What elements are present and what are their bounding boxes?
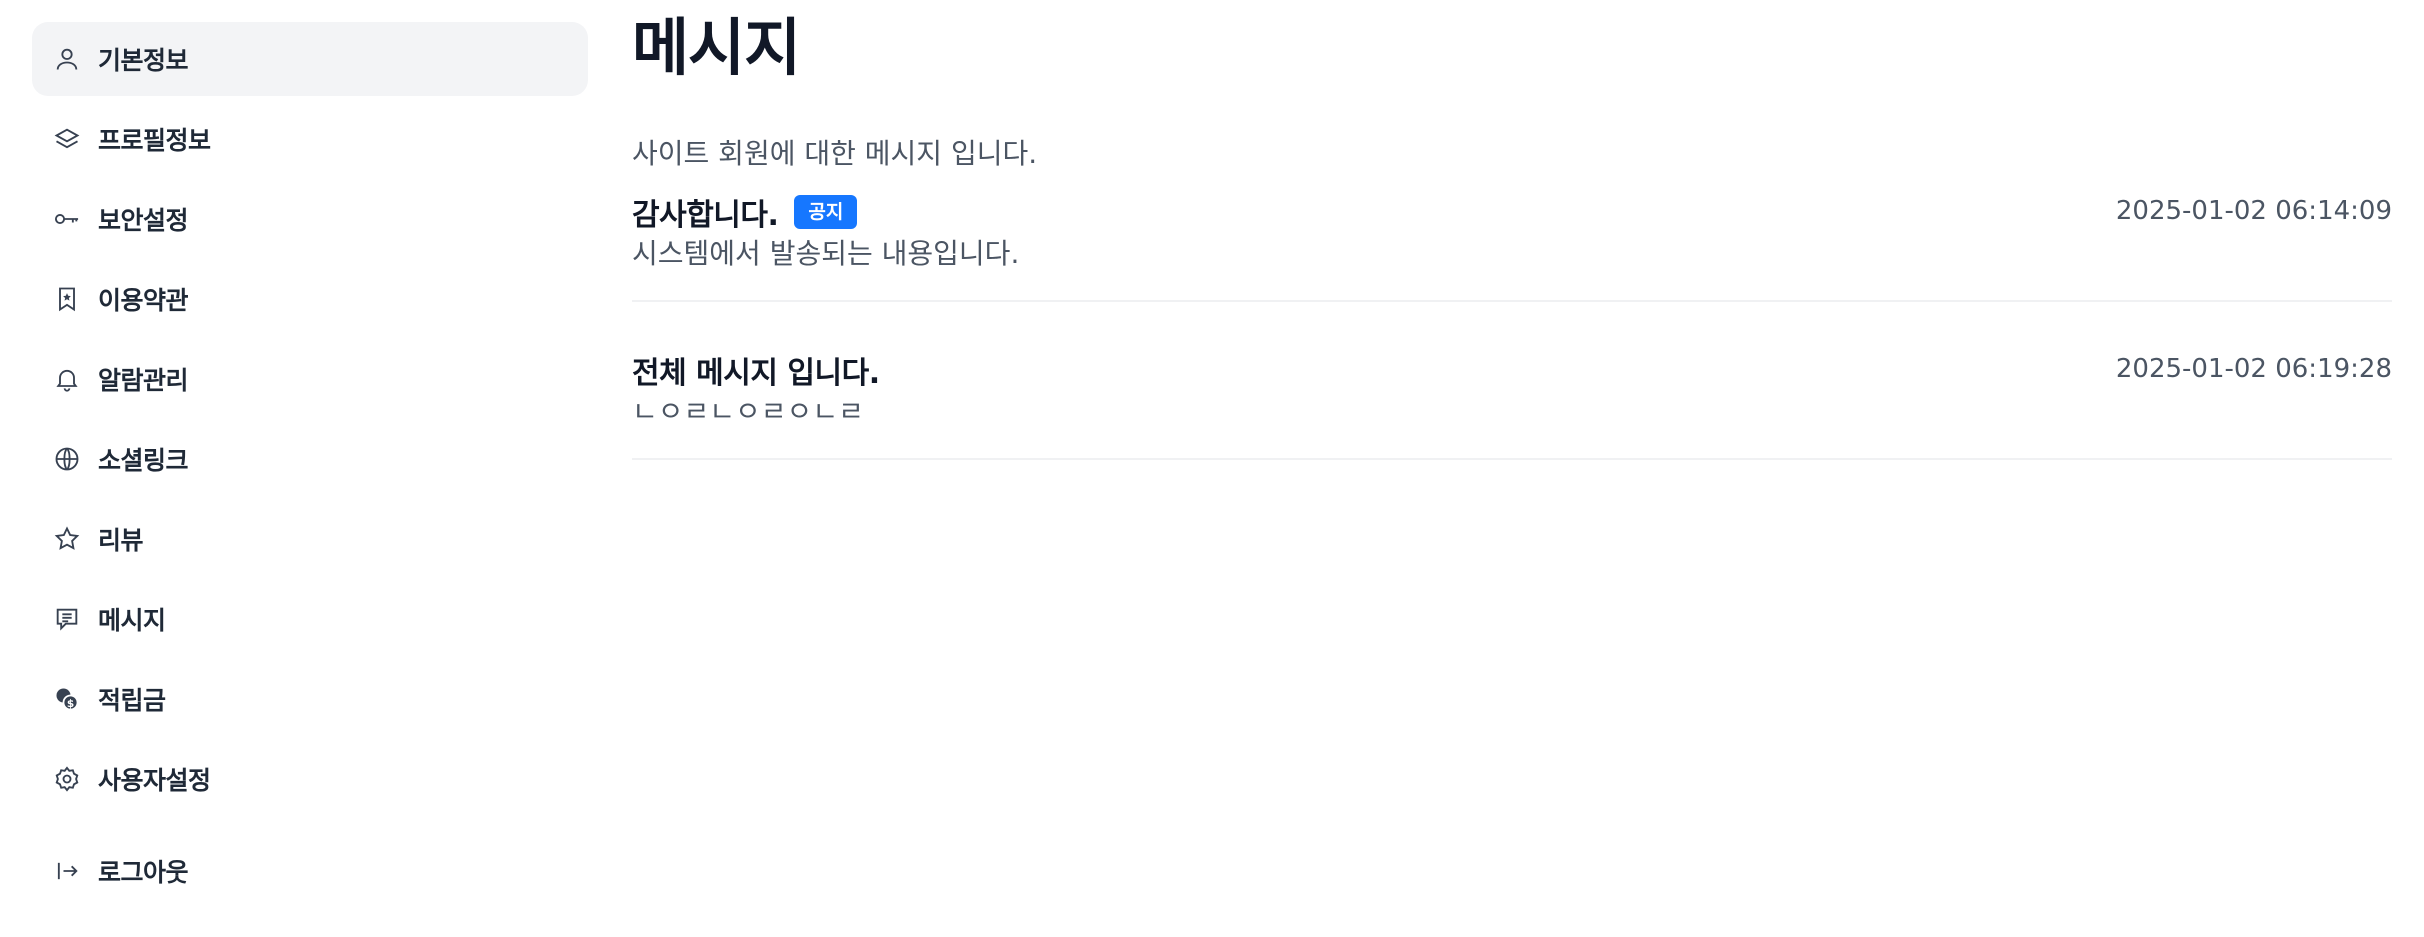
sidebar-item-label: 적립금 bbox=[98, 686, 166, 715]
sidebar-item-basic-info[interactable]: 기본정보 bbox=[32, 22, 588, 96]
message-icon bbox=[52, 604, 82, 634]
message-title: 감사합니다. bbox=[632, 198, 779, 233]
sidebar-item-label: 보안설정 bbox=[98, 206, 189, 235]
notice-badge: 공지 bbox=[794, 195, 858, 229]
message-date: 2025-01-02 06:19:28 bbox=[2115, 354, 2392, 384]
star-icon bbox=[52, 524, 82, 554]
svg-text:$: $ bbox=[67, 698, 74, 710]
page-description: 사이트 회원에 대한 메시지 입니다. bbox=[632, 137, 1038, 170]
sidebar: 기본정보 프로필정보 보안설정 이용약관 알람관리 소셜링크 리뷰 메시지 $ … bbox=[32, 22, 588, 914]
layers-icon bbox=[52, 124, 82, 154]
message-date: 2025-01-02 06:14:09 bbox=[2115, 196, 2392, 226]
sidebar-item-label: 사용자설정 bbox=[98, 766, 211, 795]
sidebar-item-message[interactable]: 메시지 bbox=[32, 582, 588, 656]
sidebar-item-label: 메시지 bbox=[98, 606, 166, 635]
message-body: 시스템에서 발송되는 내용입니다. bbox=[632, 237, 1020, 270]
key-icon bbox=[52, 204, 82, 234]
sidebar-item-profile[interactable]: 프로필정보 bbox=[32, 102, 588, 176]
sidebar-item-label: 소셜링크 bbox=[98, 446, 189, 475]
globe-icon bbox=[52, 444, 82, 474]
user-icon bbox=[52, 44, 82, 74]
main-content: 메시지 사이트 회원에 대한 메시지 입니다. 감사합니다. 공지 2025-0… bbox=[632, 0, 2392, 460]
message-title: 전체 메시지 입니다. bbox=[632, 356, 880, 391]
logout-icon bbox=[52, 856, 82, 886]
coins-icon: $ bbox=[52, 684, 82, 714]
bell-icon bbox=[52, 364, 82, 394]
message-body: ㄴㅇㄹㄴㅇㄹㅇㄴㄹ bbox=[632, 395, 864, 428]
page-title: 메시지 bbox=[632, 11, 801, 84]
sidebar-item-social[interactable]: 소셜링크 bbox=[32, 422, 588, 496]
sidebar-item-alarm[interactable]: 알람관리 bbox=[32, 342, 588, 416]
sidebar-item-label: 기본정보 bbox=[98, 46, 189, 75]
logout-button[interactable]: 로그아웃 bbox=[32, 834, 588, 908]
sidebar-item-label: 이용약관 bbox=[98, 286, 189, 315]
sidebar-item-security[interactable]: 보안설정 bbox=[32, 182, 588, 256]
sidebar-item-label: 리뷰 bbox=[98, 526, 144, 555]
sidebar-item-points[interactable]: $ 적립금 bbox=[32, 662, 588, 736]
sidebar-item-label: 프로필정보 bbox=[98, 126, 211, 155]
sidebar-item-review[interactable]: 리뷰 bbox=[32, 502, 588, 576]
logout-label: 로그아웃 bbox=[98, 858, 189, 887]
list-item[interactable]: 감사합니다. 공지 2025-01-02 06:14:09 시스템에서 발송되는… bbox=[632, 190, 2392, 302]
sidebar-item-terms[interactable]: 이용약관 bbox=[32, 262, 588, 336]
sidebar-item-label: 알람관리 bbox=[98, 366, 189, 395]
list-item[interactable]: 전체 메시지 입니다. 2025-01-02 06:19:28 ㄴㅇㄹㄴㅇㄹㅇㄴ… bbox=[632, 348, 2392, 460]
sidebar-item-user-settings[interactable]: 사용자설정 bbox=[32, 742, 588, 816]
gear-icon bbox=[52, 764, 82, 794]
bookmark-star-icon bbox=[52, 284, 82, 314]
message-list: 감사합니다. 공지 2025-01-02 06:14:09 시스템에서 발송되는… bbox=[632, 190, 2392, 460]
